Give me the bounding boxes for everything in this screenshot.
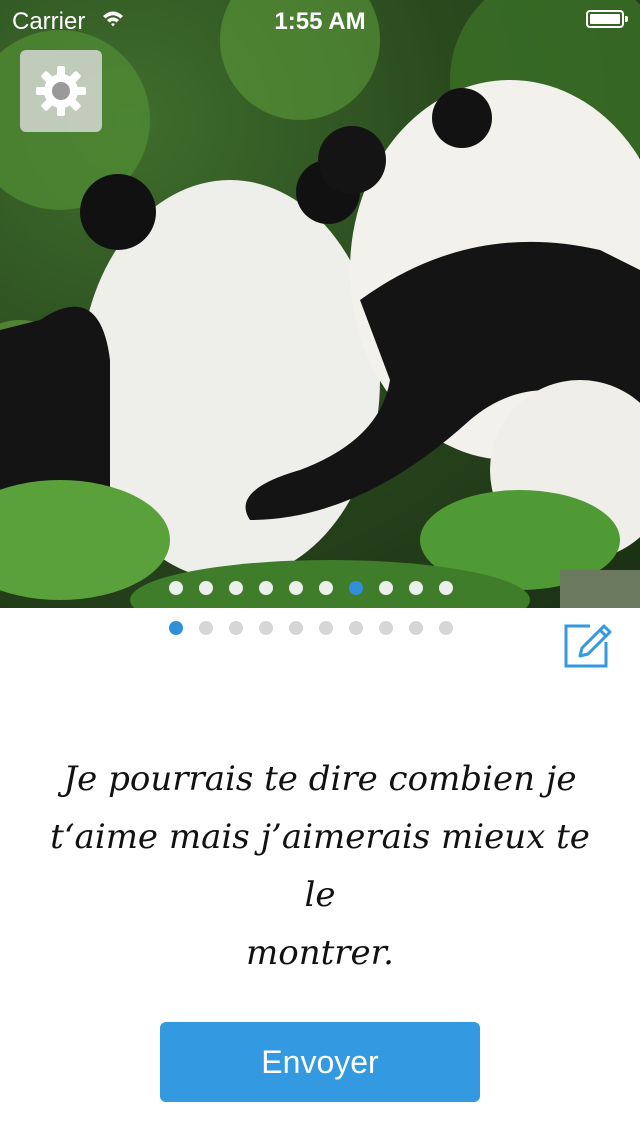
page-dot[interactable] bbox=[379, 581, 393, 595]
send-button[interactable]: Envoyer bbox=[160, 1022, 480, 1102]
page-dot-active[interactable] bbox=[349, 581, 363, 595]
page-indicator[interactable] bbox=[169, 621, 453, 635]
gear-icon bbox=[36, 66, 86, 116]
page-dot[interactable] bbox=[349, 621, 363, 635]
love-message: Je pourrais te dire combien je t‘aime ma… bbox=[40, 750, 600, 982]
page-dot-active[interactable] bbox=[169, 621, 183, 635]
page-dot[interactable] bbox=[409, 581, 423, 595]
battery-full-icon bbox=[586, 10, 628, 28]
message-line: t‘aime mais j’aimerais mieux te le bbox=[50, 817, 590, 915]
settings-button[interactable] bbox=[20, 50, 102, 132]
page-dot[interactable] bbox=[259, 621, 273, 635]
page-dot[interactable] bbox=[259, 581, 273, 595]
page-dot[interactable] bbox=[319, 581, 333, 595]
page-dot[interactable] bbox=[199, 621, 213, 635]
page-dot[interactable] bbox=[289, 621, 303, 635]
page-dot[interactable] bbox=[289, 581, 303, 595]
status-time: 1:55 AM bbox=[274, 8, 366, 35]
status-bar: Carrier 1:55 AM bbox=[0, 0, 640, 40]
message-line: montrer. bbox=[246, 933, 394, 973]
page-dot[interactable] bbox=[409, 621, 423, 635]
edit-pencil-icon bbox=[564, 624, 612, 668]
page-dot[interactable] bbox=[169, 581, 183, 595]
page-dot[interactable] bbox=[319, 621, 333, 635]
page-dot[interactable] bbox=[439, 621, 453, 635]
page-dot[interactable] bbox=[229, 621, 243, 635]
page-dot[interactable] bbox=[229, 581, 243, 595]
page-dot[interactable] bbox=[379, 621, 393, 635]
page-dot[interactable] bbox=[439, 581, 453, 595]
photo-page-indicator[interactable] bbox=[169, 581, 453, 595]
message-line: Je pourrais te dire combien je bbox=[63, 759, 577, 799]
edit-button[interactable] bbox=[560, 620, 616, 672]
page-dot[interactable] bbox=[199, 581, 213, 595]
